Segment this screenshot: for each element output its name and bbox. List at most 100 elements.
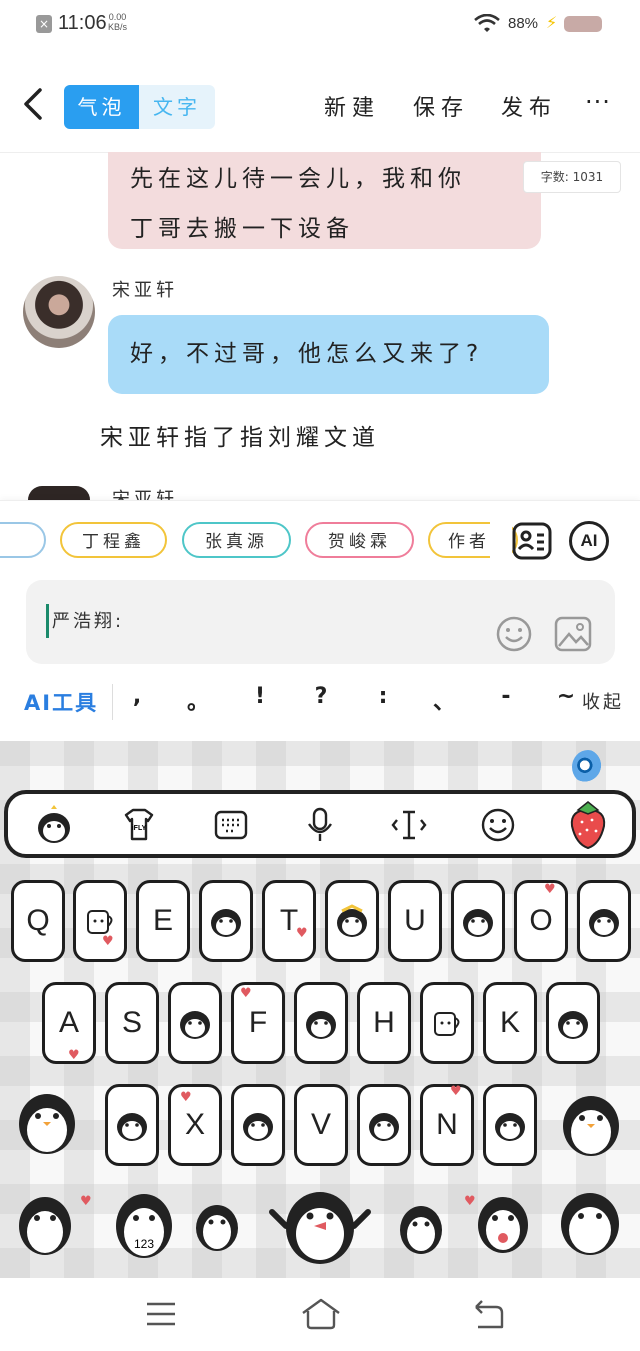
collapse-button[interactable]: 收起 [582,688,624,714]
key-v[interactable]: V [294,1084,348,1166]
character-chip-2[interactable]: 张真源 [182,522,291,558]
new-button[interactable]: 新建 [324,90,380,122]
editor-header: 气泡 文字 新建 保存 发布 ··· [0,52,640,153]
character-chip[interactable] [0,522,46,558]
divider [112,684,113,720]
ai-tools-button[interactable]: AI工具 [24,687,98,717]
publish-button[interactable]: 发布 [501,90,557,122]
backspace-key-penguin-icon[interactable] [558,1088,624,1160]
smile-icon[interactable] [477,804,519,846]
shift-key-penguin-icon[interactable] [14,1086,80,1158]
save-button[interactable]: 保存 [413,90,469,122]
key-q[interactable]: Q [11,880,65,962]
previous-message-bubble[interactable]: 先在这儿待一会儿，我和你 丁哥去搬一下设备 [108,152,541,249]
heart-icon: ♥ [296,926,308,941]
battery-percent: 88% [508,15,539,32]
punctuation-key[interactable]: - [490,684,522,709]
key-g[interactable] [294,982,348,1064]
key-k[interactable]: K [483,982,537,1064]
key-n[interactable]: N [420,1084,474,1166]
punctuation-key[interactable]: ~ [550,684,582,709]
image-icon[interactable] [554,616,592,652]
ai-button[interactable]: AI [569,521,609,561]
character-chip-3[interactable]: 贺峻霖 [305,522,414,558]
home-icon[interactable] [300,1297,342,1331]
key-r[interactable] [199,880,253,962]
key-i[interactable] [451,880,505,962]
symbols-key-penguin-icon[interactable] [14,1190,76,1258]
previous-message-line: 先在这儿待一会儿，我和你 [130,166,466,192]
back-nav-icon[interactable] [472,1299,504,1329]
back-icon[interactable] [20,87,46,121]
number-key-penguin-icon[interactable]: 123 [112,1186,176,1262]
number-key-label: 123 [134,1237,154,1251]
key-m[interactable] [483,1084,537,1166]
cup-sticker-icon [434,1012,460,1036]
message-text: 好，不过哥，他怎么又来了? [130,341,484,367]
key-o[interactable]: O [514,880,568,962]
keyboard-icon[interactable] [210,804,252,846]
more-icon[interactable]: ··· [585,88,611,116]
key-j[interactable] [420,982,474,1064]
switch-key-penguin-icon[interactable] [474,1190,532,1256]
key-u[interactable]: U [388,880,442,962]
key-z[interactable] [105,1084,159,1166]
mascot-icon[interactable] [572,750,604,784]
status-time: 11:06 [58,12,107,34]
shirt-label: iFLY [132,825,147,832]
key-w[interactable] [73,880,127,962]
key-d[interactable] [168,982,222,1064]
penguin-icon[interactable] [33,804,75,846]
comma-key-penguin-icon[interactable] [192,1198,242,1254]
strawberry-icon[interactable] [566,798,610,850]
avatar[interactable] [23,276,95,348]
punctuation-key[interactable]: : [367,684,399,709]
key-b[interactable] [357,1084,411,1166]
punctuation-key[interactable]: 、 [428,684,460,716]
previous-message-text: 先在这儿待一会儿，我和你 丁哥去搬一下设备 [130,154,530,254]
wifi-icon [474,14,500,32]
contacts-icon[interactable] [512,521,552,561]
heart-icon: ♥ [180,1090,192,1105]
punctuation-key[interactable]: , [121,684,153,709]
key-x[interactable]: X [168,1084,222,1166]
character-chip-1[interactable]: 丁程鑫 [60,522,167,558]
space-key-penguin-icon[interactable] [268,1182,372,1266]
mode-bubble-tab[interactable]: 气泡 [64,85,139,129]
key-l[interactable] [546,982,600,1064]
key-e[interactable]: E [136,880,190,962]
penguin-sticker-icon [369,1113,399,1141]
key-p[interactable] [577,880,631,962]
ifly-shirt-icon[interactable]: iFLY [118,804,160,846]
avatar[interactable] [28,486,90,500]
penguin-sticker-icon [589,909,619,937]
text-cursor-icon[interactable] [388,804,430,846]
penguin-sticker-icon [211,909,241,937]
message-bubble[interactable]: 好，不过哥，他怎么又来了? [108,315,549,394]
punctuation-key[interactable]: ! [244,684,276,709]
key-y[interactable] [325,880,379,962]
network-speed: 0.00 KB/s [108,12,127,32]
heart-icon: ♥ [102,934,114,949]
period-key-penguin-icon[interactable] [396,1198,446,1256]
heart-icon: ♥ [68,1048,80,1063]
heart-icon: ♥ [544,882,556,897]
emoji-icon[interactable] [496,616,532,652]
punctuation-key[interactable]: 。 [182,684,214,716]
network-speed-unit: KB/s [108,22,128,32]
mic-icon[interactable] [299,804,341,846]
key-s[interactable]: S [105,982,159,1064]
punctuation-key[interactable]: ? [305,684,337,709]
message-input-value[interactable]: 严浩翔: [52,607,124,633]
key-t[interactable]: T [262,880,316,962]
enter-key-penguin-icon[interactable] [556,1186,624,1258]
heart-icon: ♥ [80,1194,92,1209]
key-h[interactable]: H [357,982,411,1064]
mode-text-tab[interactable]: 文字 [139,85,215,129]
narration-text[interactable]: 宋亚轩指了指刘耀文道 [100,418,380,452]
menu-icon[interactable] [145,1300,177,1328]
penguin-sticker-icon [243,1113,273,1141]
mode-toggle: 气泡 文字 [64,85,215,129]
chips-fade [490,515,512,563]
key-c[interactable] [231,1084,285,1166]
